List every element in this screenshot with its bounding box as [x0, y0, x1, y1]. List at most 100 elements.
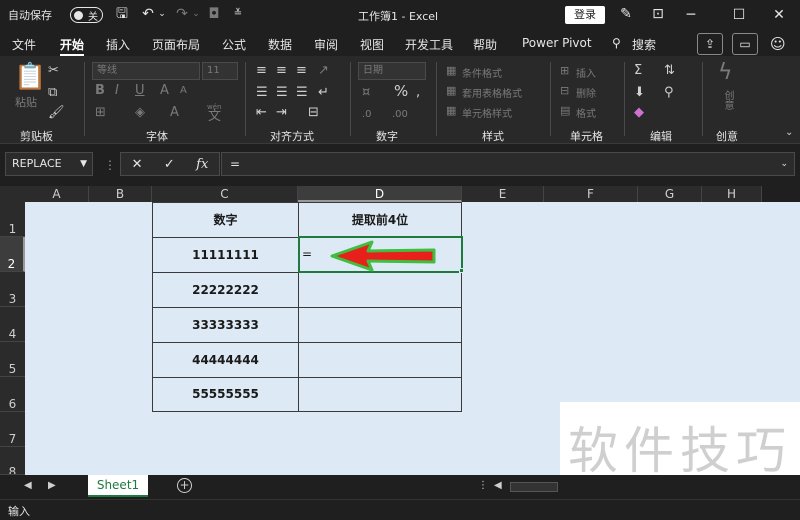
align-bottom-icon[interactable]: ≡ — [296, 64, 307, 78]
redo-dropdown-icon[interactable]: ⌄ — [188, 6, 204, 22]
ideas-label[interactable]: 创意 — [720, 90, 735, 110]
tab-search[interactable]: 搜索 — [632, 36, 656, 53]
table-cell[interactable] — [298, 307, 462, 343]
chevron-down-icon[interactable]: ▼ — [80, 153, 87, 175]
table-header-cell[interactable]: 数字 — [152, 202, 299, 238]
phonetic-icon[interactable]: 文 — [208, 110, 221, 124]
borders-icon[interactable]: ⊞ — [95, 106, 106, 120]
next-sheet-icon[interactable]: ▶ — [48, 480, 56, 491]
formula-input[interactable]: = ⌄ — [221, 152, 795, 176]
align-center-icon[interactable]: ☰ — [276, 86, 288, 100]
smiley-icon[interactable]: ☺ — [770, 35, 786, 53]
expand-formula-icon[interactable]: ⌄ — [780, 153, 788, 175]
table-cell[interactable] — [298, 377, 462, 412]
find-select-icon[interactable]: ⚲ — [664, 86, 674, 100]
column-header-d[interactable]: D — [298, 186, 462, 202]
autosave-toggle[interactable]: 关 — [70, 7, 103, 23]
tab-page-layout[interactable]: 页面布局 — [152, 36, 200, 53]
paste-label[interactable]: 粘贴 — [15, 94, 37, 110]
add-sheet-icon[interactable]: + — [177, 478, 192, 493]
align-right-icon[interactable]: ☰ — [296, 86, 308, 100]
conditional-format-button[interactable]: 条件格式 — [462, 65, 502, 80]
close-icon[interactable]: ✕ — [764, 4, 794, 26]
comment-icon[interactable]: ▭ — [732, 33, 758, 55]
table-cell[interactable]: 22222222 — [152, 272, 299, 308]
previous-sheet-icon[interactable]: ◀ — [24, 480, 32, 491]
name-box[interactable]: REPLACE ▼ — [5, 152, 93, 176]
select-all-corner[interactable] — [0, 186, 25, 202]
table-cell[interactable]: 33333333 — [152, 307, 299, 343]
row-header-5[interactable]: 5 — [0, 342, 25, 377]
row-header-8[interactable]: 8 — [0, 447, 25, 475]
search-icon[interactable]: ⚲ — [612, 36, 621, 50]
tab-home[interactable]: 开始 — [60, 36, 85, 57]
tab-help[interactable]: 帮助 — [473, 36, 497, 53]
insert-function-icon[interactable]: fx — [196, 157, 208, 172]
camera-icon[interactable]: ◘ — [206, 6, 222, 22]
tab-data[interactable]: 数据 — [268, 36, 292, 53]
more-options-icon[interactable]: ⋮ — [104, 158, 116, 172]
enter-icon[interactable]: ✓ — [164, 157, 175, 172]
table-cell[interactable]: 44444444 — [152, 342, 299, 378]
bold-icon[interactable]: B — [95, 84, 105, 98]
delete-cells-button[interactable]: 删除 — [576, 85, 596, 100]
percent-icon[interactable]: % — [394, 84, 408, 99]
decrease-indent-icon[interactable]: ⇤ — [256, 106, 267, 120]
row-header-7[interactable]: 7 — [0, 412, 25, 447]
fill-icon[interactable]: ⬇ — [634, 86, 645, 100]
tab-formulas[interactable]: 公式 — [222, 36, 246, 53]
cancel-icon[interactable]: ✕ — [132, 157, 143, 172]
align-top-icon[interactable]: ≡ — [256, 64, 267, 78]
row-header-3[interactable]: 3 — [0, 272, 25, 307]
sort-filter-icon[interactable]: ⇅ — [664, 64, 675, 78]
table-format-button[interactable]: 套用表格格式 — [462, 85, 522, 100]
row-header-6[interactable]: 6 — [0, 377, 25, 412]
font-size-select[interactable]: 11 — [202, 62, 238, 80]
orientation-icon[interactable]: ↗ — [318, 64, 329, 78]
fill-color-icon[interactable]: ◈ — [135, 106, 145, 120]
format-cells-button[interactable]: 格式 — [576, 105, 596, 120]
align-middle-icon[interactable]: ≡ — [276, 64, 287, 78]
increase-indent-icon[interactable]: ⇥ — [276, 106, 287, 120]
column-header-f[interactable]: F — [544, 186, 638, 202]
fill-handle[interactable] — [459, 268, 464, 273]
wrap-text-icon[interactable]: ↵ — [318, 86, 329, 100]
table-cell[interactable]: 11111111 — [152, 237, 299, 273]
customize-icon[interactable]: ≚ — [230, 6, 246, 22]
scroll-left-icon[interactable]: ◀ — [494, 480, 502, 491]
italic-icon[interactable]: I — [115, 84, 119, 98]
merge-center-icon[interactable]: ⊟ — [308, 106, 319, 120]
decrease-font-icon[interactable]: A — [180, 84, 187, 98]
clear-icon[interactable]: ◆ — [634, 106, 644, 120]
row-header-1[interactable]: 1 — [0, 202, 25, 237]
column-header-a[interactable]: A — [25, 186, 89, 202]
column-header-e[interactable]: E — [462, 186, 544, 202]
column-header-c[interactable]: C — [152, 186, 298, 202]
maximize-icon[interactable]: ☐ — [724, 4, 754, 26]
table-cell[interactable] — [298, 272, 462, 308]
pen-icon[interactable]: ✎ — [618, 6, 634, 22]
row-header-2[interactable]: 2 — [0, 237, 25, 272]
font-color-icon[interactable]: A — [170, 106, 179, 120]
tab-review[interactable]: 审阅 — [314, 36, 338, 53]
row-header-4[interactable]: 4 — [0, 307, 25, 342]
share-icon[interactable]: ⇪ — [697, 33, 723, 55]
tab-power-pivot[interactable]: Power Pivot — [522, 36, 592, 50]
autosum-icon[interactable]: Σ — [634, 64, 642, 78]
restore-ribbon-icon[interactable]: ⊡ — [650, 6, 666, 22]
accounting-format-icon[interactable]: ¤ — [362, 86, 370, 100]
login-button[interactable]: 登录 — [565, 6, 605, 24]
format-painter-icon[interactable]: 🖌 — [48, 106, 65, 120]
minimize-icon[interactable]: ─ — [676, 4, 706, 26]
comma-style-icon[interactable]: , — [416, 86, 420, 100]
ideas-icon[interactable]: ϟ — [718, 62, 733, 84]
increase-decimal-icon[interactable]: .0 — [362, 108, 372, 122]
column-header-g[interactable]: G — [638, 186, 702, 202]
paste-icon[interactable]: 📋 — [14, 64, 46, 90]
column-header-h[interactable]: H — [702, 186, 762, 202]
tab-view[interactable]: 视图 — [360, 36, 384, 53]
horizontal-scrollbar[interactable] — [510, 482, 558, 492]
align-left-icon[interactable]: ☰ — [256, 86, 268, 100]
sheet-tab-sheet1[interactable]: Sheet1 — [88, 475, 148, 497]
save-icon[interactable]: 🖫 — [114, 6, 130, 22]
